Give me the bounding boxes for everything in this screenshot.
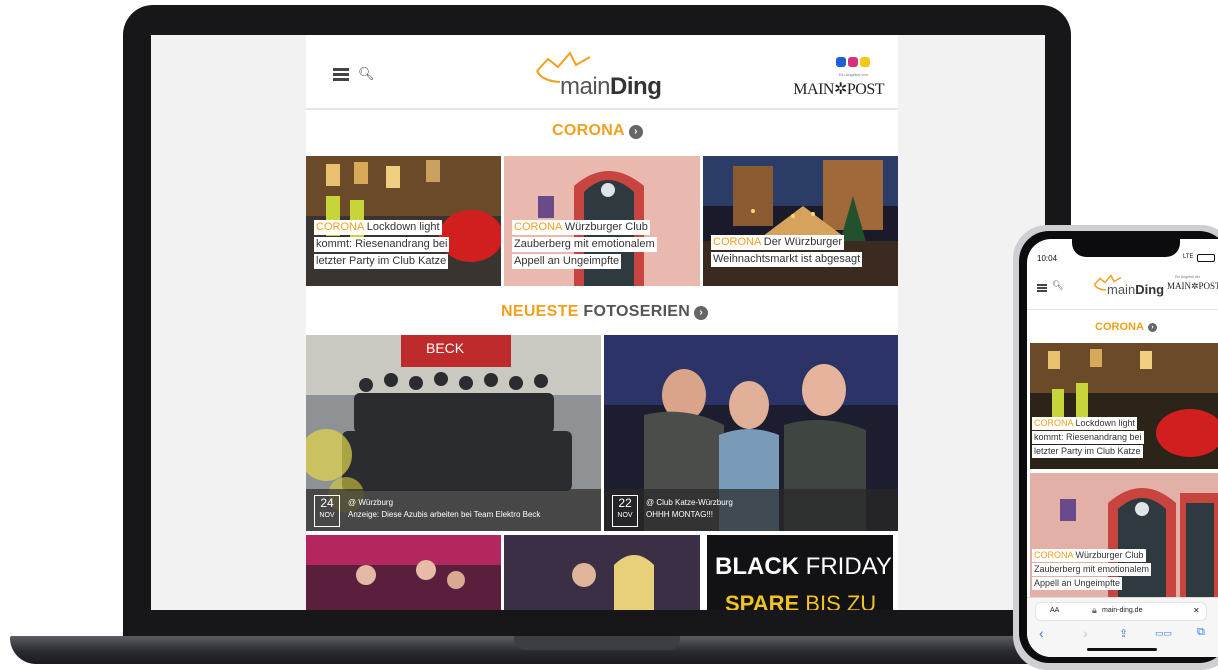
article-caption: CORONA Würzburger Club Zauberberg mit em… [512, 220, 657, 269]
text-size-button[interactable]: AA [1050, 607, 1059, 614]
logo-text: mainDing [560, 73, 662, 100]
browser-bottom-bar: AA 🔒︎ main-ding.de ✕ ‹ › ⇪ ▭▭ ⧉ [1027, 597, 1218, 657]
site-logo[interactable]: mainDing [534, 49, 674, 101]
banner-sign-text: BECK [426, 340, 465, 356]
photo-location: @ Würzburg [348, 498, 394, 507]
url-text[interactable]: main-ding.de [1102, 607, 1142, 614]
social-links [836, 57, 870, 67]
publisher-logo[interactable]: MAIN✲POST [1167, 281, 1218, 292]
article-tile[interactable]: CORONA Lockdown light kommt: Riesenandra… [306, 156, 501, 286]
section-title-corona[interactable]: CORONA › [552, 122, 643, 140]
phone-logo-text[interactable]: mainDing [1107, 282, 1164, 297]
close-icon[interactable]: ✕ [1193, 606, 1200, 615]
article-tile[interactable]: CORONA Lockdown light kommt: Riesenandra… [1030, 343, 1218, 469]
article-caption: CORONA Würzburger Club Zauberberg mit em… [1032, 549, 1152, 590]
photo-series-tile[interactable]: 22 NOV @ Club Katze-Würzburg OHHH MONTAG!!… [604, 335, 898, 531]
status-time: 10:04 [1037, 254, 1058, 263]
bookmarks-icon[interactable]: ▭▭ [1155, 628, 1172, 639]
menu-icon[interactable] [1037, 284, 1047, 292]
phone-screen: 10:04 LTE 🔍︎ mainDing Ein Angebot der MA… [1027, 239, 1218, 657]
party-photo [504, 535, 700, 610]
facebook-icon[interactable] [836, 57, 846, 67]
photo-series-meta: 22 NOV @ Club Katze-Würzburg OHHH MONTAG!!… [604, 489, 898, 531]
arrow-right-icon: › [1147, 323, 1157, 332]
lock-icon: 🔒︎ [1092, 605, 1097, 615]
offer-text: Ein Angebot der [1175, 275, 1200, 279]
photo-series-tile[interactable] [306, 535, 501, 610]
website: 🔍︎ mainDing Ein Angebot von MAIN✲POST CO… [306, 35, 898, 610]
search-icon[interactable]: 🔍︎ [358, 66, 375, 82]
photo-location: @ Club Katze-Würzburg [646, 498, 733, 507]
search-icon[interactable]: 🔍︎ [1052, 280, 1063, 291]
instagram-icon[interactable] [848, 57, 858, 67]
black-friday-banner: BLACK FRIDAY SPARE BIS ZU [707, 535, 893, 610]
photo-title: OHHH MONTAG!!! [646, 510, 713, 519]
article-tile[interactable]: CORONA Würzburger Club Zauberberg mit em… [504, 156, 700, 286]
publisher-logo[interactable]: MAIN✲POST [793, 79, 884, 99]
tabs-icon[interactable]: ⧉ [1197, 626, 1205, 639]
party-photo [306, 535, 501, 610]
photo-series-tile[interactable]: BECK 24 NOV @ Würzburg Anzeige: Diese Azub… [306, 335, 601, 531]
address-bar[interactable]: AA 🔒︎ main-ding.de ✕ [1035, 602, 1207, 621]
back-arrow-icon[interactable]: ‹ [1039, 625, 1044, 641]
menu-icon[interactable] [333, 68, 349, 81]
photo-title: Anzeige: Diese Azubis arbeiten bei Team … [348, 510, 541, 519]
article-caption: CORONA Lockdown light kommt: Riesenandra… [1032, 417, 1144, 458]
article-tile[interactable]: CORONA Würzburger Club Zauberberg mit em… [1030, 473, 1218, 597]
laptop-screen: 🔍︎ mainDing Ein Angebot von MAIN✲POST CO… [151, 35, 1045, 610]
site-header: 🔍︎ mainDing Ein Angebot von MAIN✲POST [306, 35, 898, 110]
date-badge: 22 NOV [612, 495, 638, 527]
photo-series-meta: 24 NOV @ Würzburg Anzeige: Diese Azubis ar… [306, 489, 601, 531]
promo-tile[interactable]: BLACK FRIDAY SPARE BIS ZU [703, 535, 898, 610]
offer-text: Ein Angebot von [838, 72, 868, 77]
arrow-right-icon: › [628, 125, 643, 139]
promo-line-2: SPARE BIS ZU [725, 591, 877, 610]
promo-line-1: BLACK FRIDAY [715, 553, 892, 580]
home-indicator [1087, 648, 1157, 651]
phone-notch [1072, 237, 1180, 257]
date-badge: 24 NOV [314, 495, 340, 527]
network-label: LTE [1183, 254, 1194, 260]
arrow-right-icon: › [694, 306, 709, 320]
section-title-corona[interactable]: CORONA › [1095, 321, 1157, 333]
article-caption: CORONA Der Würzburger Weihnachtsmarkt is… [711, 235, 863, 267]
battery-icon [1197, 254, 1215, 262]
section-title-photos[interactable]: NEUESTE FOTOSERIEN › [501, 303, 709, 321]
photo-series-tile[interactable] [504, 535, 700, 610]
forward-arrow-icon[interactable]: › [1083, 625, 1088, 641]
snapchat-icon[interactable] [860, 57, 870, 67]
article-tile[interactable]: CORONA Der Würzburger Weihnachtsmarkt is… [703, 156, 898, 286]
laptop-hinge-notch [514, 636, 680, 650]
phone-site-header: 🔍︎ mainDing Ein Angebot der MAIN✲POST [1027, 269, 1218, 310]
share-icon[interactable]: ⇪ [1119, 627, 1128, 640]
article-caption: CORONA Lockdown light kommt: Riesenandra… [314, 220, 450, 269]
